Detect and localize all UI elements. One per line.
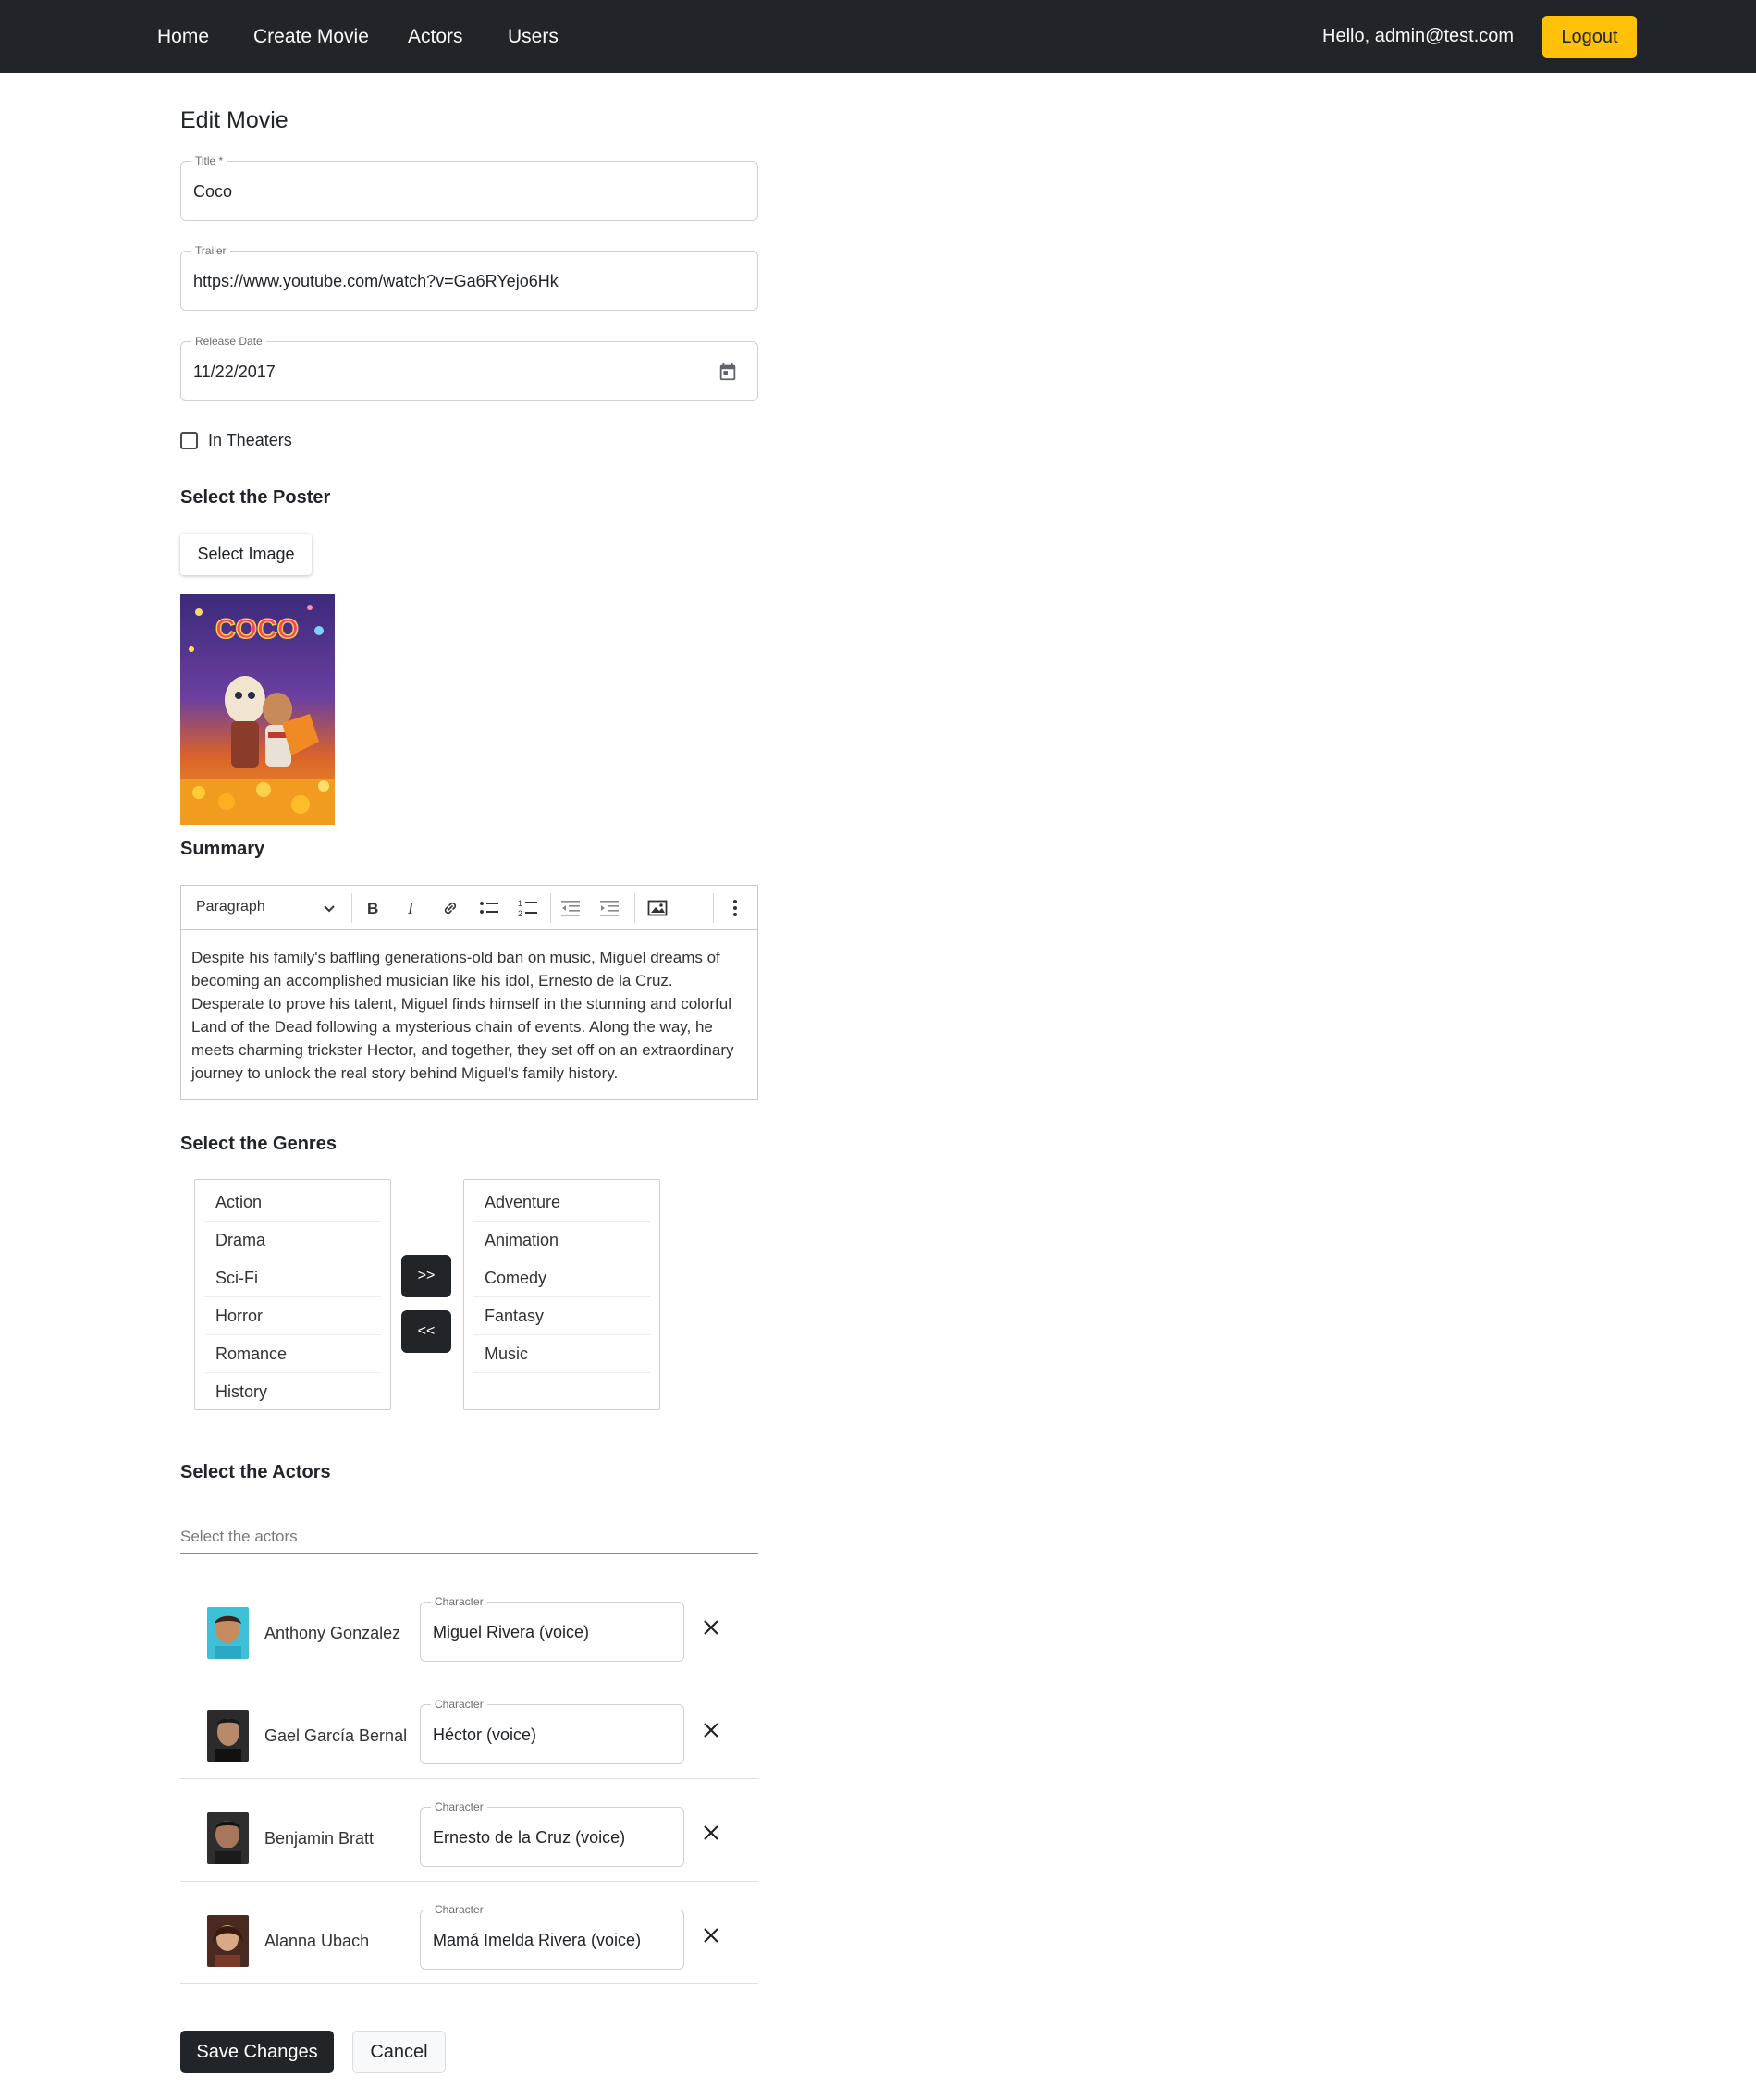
editor-toolbar: Paragraph B I 12: [181, 886, 757, 930]
title-field[interactable]: Title * Coco: [180, 154, 758, 221]
in-theaters-row[interactable]: In Theaters: [180, 431, 292, 450]
character-field-value[interactable]: Mamá Imelda Rivera (voice): [433, 1931, 641, 1950]
actor-row: Gael García Bernal Character Héctor (voi…: [180, 1676, 758, 1779]
bold-icon[interactable]: B: [362, 897, 384, 919]
close-icon[interactable]: [700, 1924, 722, 1946]
character-field-label: Character: [431, 1903, 487, 1916]
outdent-icon[interactable]: [559, 897, 582, 919]
toolbar-separator: [713, 893, 714, 923]
actors-section-title: Select the Actors: [180, 1462, 331, 1482]
svg-text:1: 1: [518, 899, 522, 908]
image-icon[interactable]: [646, 897, 669, 919]
in-theaters-checkbox[interactable]: [180, 432, 198, 449]
character-field[interactable]: Character Miguel Rivera (voice): [420, 1595, 684, 1662]
poster-section-title: Select the Poster: [180, 487, 331, 508]
actor-name: Alanna Ubach: [264, 1932, 370, 1950]
character-field-value[interactable]: Ernesto de la Cruz (voice): [433, 1828, 625, 1848]
link-icon[interactable]: [439, 897, 461, 919]
nav-link-create-movie[interactable]: Create Movie: [253, 26, 369, 48]
numbered-list-icon[interactable]: 12: [517, 897, 539, 919]
summary-editor[interactable]: Paragraph B I 12 Despite his family's ba…: [180, 885, 758, 1100]
available-genres-list: Action Drama Sci-Fi Horror Romance Histo…: [194, 1179, 391, 1410]
svg-text:B: B: [367, 900, 378, 916]
cancel-button[interactable]: Cancel: [352, 2031, 446, 2073]
actor-row: Benjamin Bratt Character Ernesto de la C…: [180, 1779, 758, 1882]
trailer-field-label: Trailer: [191, 244, 230, 257]
page-title: Edit Movie: [180, 107, 289, 133]
title-field-label: Title *: [191, 154, 227, 167]
actor-name: Benjamin Bratt: [264, 1829, 375, 1848]
close-icon[interactable]: [700, 1822, 722, 1844]
actor-avatar: [207, 1812, 249, 1864]
poster-logo-text: COCO: [215, 614, 299, 645]
character-field[interactable]: Character Ernesto de la Cruz (voice): [420, 1800, 684, 1867]
genre-item-history[interactable]: History: [204, 1373, 381, 1409]
genre-item-sci-fi[interactable]: Sci-Fi: [204, 1259, 381, 1297]
character-field-label: Character: [431, 1698, 487, 1711]
release-date-field-label: Release Date: [191, 335, 266, 348]
close-icon[interactable]: [700, 1719, 722, 1741]
navbar: Home Create Movie Actors Users Hello, ad…: [0, 0, 1756, 73]
genres-section-title: Select the Genres: [180, 1134, 337, 1154]
actor-search-input[interactable]: Select the actors: [180, 1524, 758, 1554]
nav-link-users[interactable]: Users: [508, 26, 559, 48]
actor-avatar: [207, 1915, 249, 1967]
actor-avatar: [207, 1607, 249, 1659]
user-greeting: Hello, admin@test.com: [1322, 26, 1515, 46]
release-date-field[interactable]: Release Date 11/22/2017: [180, 335, 758, 401]
chevron-down-icon[interactable]: [322, 901, 337, 915]
release-date-field-value[interactable]: 11/22/2017: [193, 362, 276, 382]
trailer-field-value[interactable]: https://www.youtube.com/watch?v=Ga6RYejo…: [193, 272, 559, 291]
indent-icon[interactable]: [598, 897, 620, 919]
nav-link-home[interactable]: Home: [157, 26, 209, 48]
character-field-label: Character: [431, 1800, 487, 1813]
title-field-value[interactable]: Coco: [193, 182, 232, 202]
svg-text:2: 2: [518, 909, 522, 918]
character-field[interactable]: Character Mamá Imelda Rivera (voice): [420, 1903, 684, 1970]
select-image-button[interactable]: Select Image: [180, 534, 312, 575]
actor-avatar: [207, 1710, 249, 1762]
calendar-icon[interactable]: [718, 362, 738, 382]
svg-text:I: I: [407, 900, 414, 916]
in-theaters-label: In Theaters: [208, 431, 292, 449]
actor-name: Gael García Bernal: [264, 1726, 408, 1745]
genre-item-comedy[interactable]: Comedy: [473, 1259, 650, 1297]
save-changes-button[interactable]: Save Changes: [180, 2031, 334, 2073]
movie-poster-image: COCO: [180, 594, 335, 825]
toolbar-separator: [351, 893, 352, 923]
block-style-select[interactable]: Paragraph: [196, 899, 265, 915]
actor-row: Anthony Gonzalez Character Miguel Rivera…: [180, 1574, 758, 1676]
character-field-value[interactable]: Miguel Rivera (voice): [433, 1623, 589, 1642]
character-field[interactable]: Character Héctor (voice): [420, 1698, 684, 1764]
nav-link-actors[interactable]: Actors: [408, 26, 463, 48]
summary-text[interactable]: Despite his family's baffling generation…: [191, 946, 746, 1085]
more-icon[interactable]: [724, 897, 746, 919]
toolbar-separator: [634, 893, 635, 923]
summary-section-title: Summary: [180, 839, 265, 859]
toolbar-separator: [550, 893, 551, 923]
genre-item-adventure[interactable]: Adventure: [473, 1184, 650, 1222]
character-field-value[interactable]: Héctor (voice): [433, 1725, 536, 1745]
bulleted-list-icon[interactable]: [478, 897, 500, 919]
genre-item-action[interactable]: Action: [204, 1184, 381, 1222]
remove-genres-button[interactable]: <<: [401, 1310, 451, 1353]
trailer-field[interactable]: Trailer https://www.youtube.com/watch?v=…: [180, 244, 758, 311]
close-icon[interactable]: [700, 1616, 722, 1639]
genre-item-horror[interactable]: Horror: [204, 1297, 381, 1335]
add-genres-button[interactable]: >>: [401, 1255, 451, 1297]
genre-item-romance[interactable]: Romance: [204, 1335, 381, 1373]
actor-row: Alanna Ubach Character Mamá Imelda River…: [180, 1882, 758, 1984]
genre-item-drama[interactable]: Drama: [204, 1222, 381, 1259]
italic-icon[interactable]: I: [400, 897, 423, 919]
actor-name: Anthony Gonzalez: [264, 1624, 401, 1642]
selected-genres-list: Adventure Animation Comedy Fantasy Music: [463, 1179, 660, 1410]
genre-item-fantasy[interactable]: Fantasy: [473, 1297, 650, 1335]
genre-item-animation[interactable]: Animation: [473, 1222, 650, 1259]
genre-item-music[interactable]: Music: [473, 1335, 650, 1373]
character-field-label: Character: [431, 1595, 487, 1608]
logout-button[interactable]: Logout: [1542, 16, 1637, 58]
